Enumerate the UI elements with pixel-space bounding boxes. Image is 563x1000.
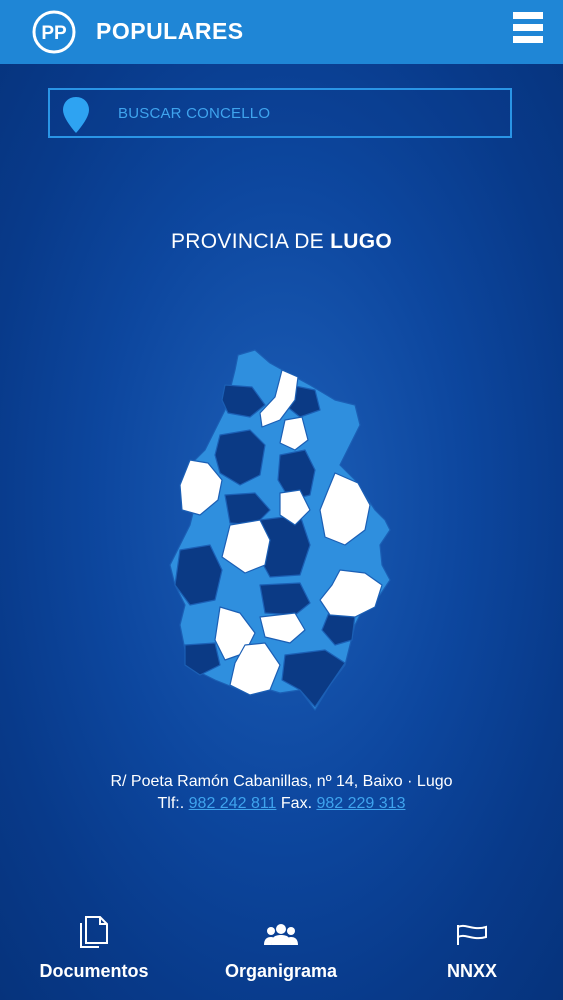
hamburger-menu-icon[interactable] <box>513 12 543 50</box>
brand-title: POPULARES <box>96 18 244 44</box>
search-placeholder: BUSCAR CONCELLO <box>118 105 271 122</box>
pp-logo[interactable]: PP <box>32 10 76 54</box>
nav-label-documentos: Documentos <box>39 961 149 981</box>
location-pin-icon <box>63 97 89 133</box>
province-prefix: PROVINCIA DE <box>171 230 331 253</box>
documents-icon <box>80 916 108 948</box>
nav-organigrama[interactable]: Organigrama <box>222 915 340 982</box>
nav-documentos[interactable]: Documentos <box>38 915 150 982</box>
fax-link[interactable]: 982 229 313 <box>316 795 405 812</box>
top-bar: PP POPULARES <box>0 0 563 64</box>
office-address: R/ Poeta Ramón Cabanillas, nº 14, Baixo … <box>110 773 453 790</box>
nav-label-nnxx: NNXX <box>446 961 497 981</box>
phone-link[interactable]: 982 242 811 <box>189 795 277 812</box>
lugo-province-map[interactable] <box>160 345 400 725</box>
nav-label-organigrama: Organigrama <box>224 961 338 981</box>
province-title: PROVINCIA DE LUGO <box>0 230 563 254</box>
search-concello-input[interactable]: BUSCAR CONCELLO <box>48 88 512 138</box>
flag-icon <box>457 924 487 945</box>
nav-nnxx[interactable]: NNXX <box>438 915 506 982</box>
phone-fax-line: Tlf:. 982 242 811 Fax. 982 229 313 <box>0 793 563 815</box>
phone-label: Tlf:. <box>157 795 185 812</box>
people-group-icon <box>264 924 298 945</box>
fax-label: Fax. <box>280 795 313 812</box>
province-name: LUGO <box>330 230 392 253</box>
logo-text: PP <box>41 23 67 44</box>
bottom-navigation: Documentos Organigrama NNXX <box>0 915 563 1000</box>
